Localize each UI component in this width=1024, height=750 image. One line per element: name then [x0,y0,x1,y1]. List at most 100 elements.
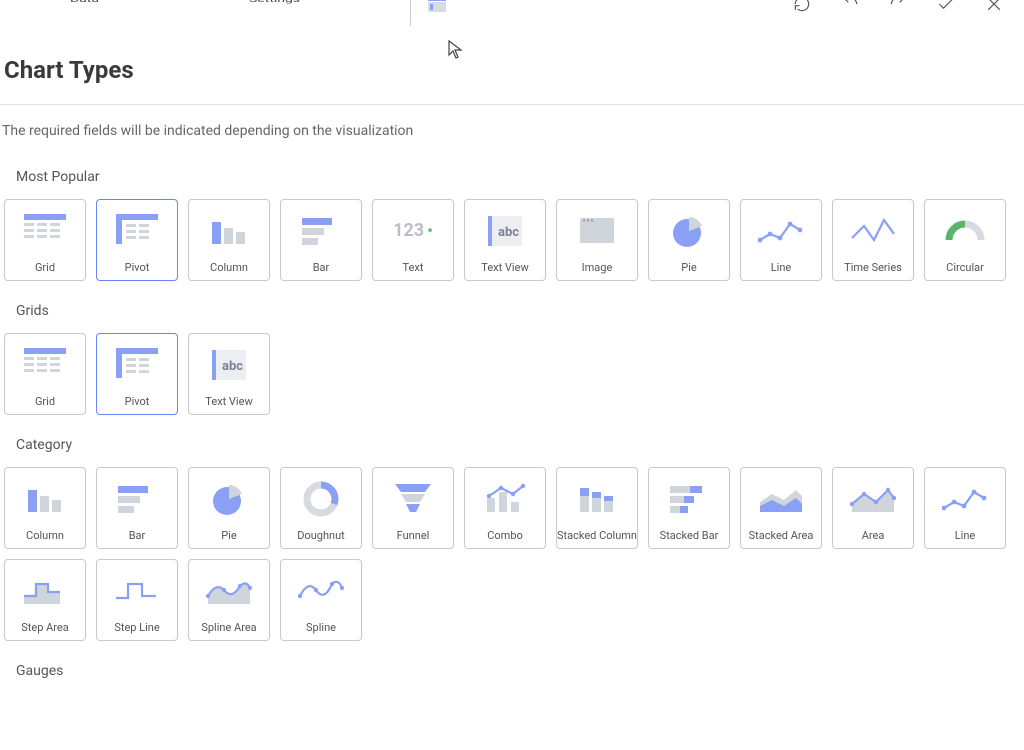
card-step-area[interactable]: Step Area [4,559,86,641]
row-category-1: Column Bar Pie Doughnut Funne [0,467,1024,641]
tab-settings[interactable]: Settings [249,0,300,4]
card-label: Stacked Column [557,529,637,542]
line-icon [741,200,821,261]
card-label: Pie [221,529,236,542]
close-icon[interactable] [984,0,1004,14]
card-pivot[interactable]: Pivot [96,199,178,281]
card-pivot[interactable]: Pivot [96,333,178,415]
card-stacked-bar[interactable]: Stacked Bar [648,467,730,549]
card-label: Bar [313,261,330,274]
card-label: Text [403,261,424,274]
card-doughnut[interactable]: Doughnut [280,467,362,549]
card-bar[interactable]: Bar [280,199,362,281]
grid-icon [5,334,85,395]
card-label: Doughnut [297,529,345,542]
column-icon [189,200,269,261]
card-grid[interactable]: Grid [4,199,86,281]
pie-icon [189,468,269,529]
card-label: Area [862,529,885,542]
card-label: Time Series [844,261,902,274]
card-label: Line [771,261,792,274]
viz-thumb-icon [428,0,446,12]
svg-text:abc: abc [222,359,243,374]
card-pie[interactable]: Pie [648,199,730,281]
card-column[interactable]: Column [188,199,270,281]
card-text-view[interactable]: abc Text View [188,333,270,415]
card-spline[interactable]: Spline [280,559,362,641]
bar-icon [281,200,361,261]
card-label: Stacked Area [749,529,814,542]
card-label: Combo [487,529,523,542]
card-step-line[interactable]: Step Line [96,559,178,641]
card-stacked-column[interactable]: Stacked Column [556,467,638,549]
stacked-bar-icon [649,468,729,529]
spline-icon [281,560,361,621]
card-label: Text View [481,261,528,274]
svg-text:abc: abc [498,225,519,240]
tab-data[interactable]: Data [70,0,99,4]
card-circular[interactable]: Circular [924,199,1006,281]
section-grids: Grids [0,303,1024,319]
funnel-icon [373,468,453,529]
card-label: Spline [306,621,336,634]
card-label: Image [582,261,613,274]
refresh-icon[interactable] [792,0,812,14]
text-view-icon: abc [465,200,545,261]
stacked-column-icon [557,468,637,529]
card-label: Pivot [125,261,150,274]
combo-icon [465,468,545,529]
page-description: The required fields will be indicated de… [0,123,1024,139]
title-rule [0,104,1024,105]
card-label: Grid [35,395,55,408]
section-gauges: Gauges [0,663,1024,679]
card-label: Funnel [397,529,430,542]
line-icon [925,468,1005,529]
row-most-popular: Grid Pivot Column [0,199,1024,281]
pivot-icon [97,200,177,261]
card-funnel[interactable]: Funnel [372,467,454,549]
card-pie[interactable]: Pie [188,467,270,549]
card-spline-area[interactable]: Spline Area [188,559,270,641]
card-label: Spline Area [201,621,256,634]
redo-icon[interactable] [888,0,908,14]
card-label: Pivot [125,395,150,408]
step-area-icon [5,560,85,621]
tab-divider [410,0,411,26]
card-combo[interactable]: Combo [464,467,546,549]
card-column[interactable]: Column [4,467,86,549]
bar-icon [97,468,177,529]
pie-icon [649,200,729,261]
section-most-popular: Most Popular [0,169,1024,185]
top-icons [792,0,1004,14]
card-area[interactable]: Area [832,467,914,549]
mouse-cursor-icon [448,40,464,60]
card-label: Pie [681,261,696,274]
undo-icon[interactable] [840,0,860,14]
card-label: Step Area [21,621,69,634]
card-label: Circular [946,261,984,274]
card-stacked-area[interactable]: Stacked Area [740,467,822,549]
card-label: Bar [129,529,146,542]
doughnut-icon [281,468,361,529]
card-text-view[interactable]: abc Text View [464,199,546,281]
card-label: Column [210,261,248,274]
card-line[interactable]: Line [924,467,1006,549]
check-icon[interactable] [936,0,956,14]
card-time-series[interactable]: Time Series [832,199,914,281]
card-label: Line [955,529,976,542]
text-kpi-icon: 123 • [373,200,453,261]
card-label: Step Line [114,621,159,634]
card-image[interactable]: Image [556,199,638,281]
card-grid[interactable]: Grid [4,333,86,415]
card-text[interactable]: 123 • Text [372,199,454,281]
image-icon [557,200,637,261]
card-bar[interactable]: Bar [96,467,178,549]
top-strip: Data Settings [0,0,1024,26]
stacked-area-icon [741,468,821,529]
card-label: Grid [35,261,55,274]
card-line[interactable]: Line [740,199,822,281]
circular-gauge-icon [925,200,1005,261]
row-grids: Grid Pivot abc Text View [0,333,1024,415]
section-category: Category [0,437,1024,453]
column-icon [5,468,85,529]
